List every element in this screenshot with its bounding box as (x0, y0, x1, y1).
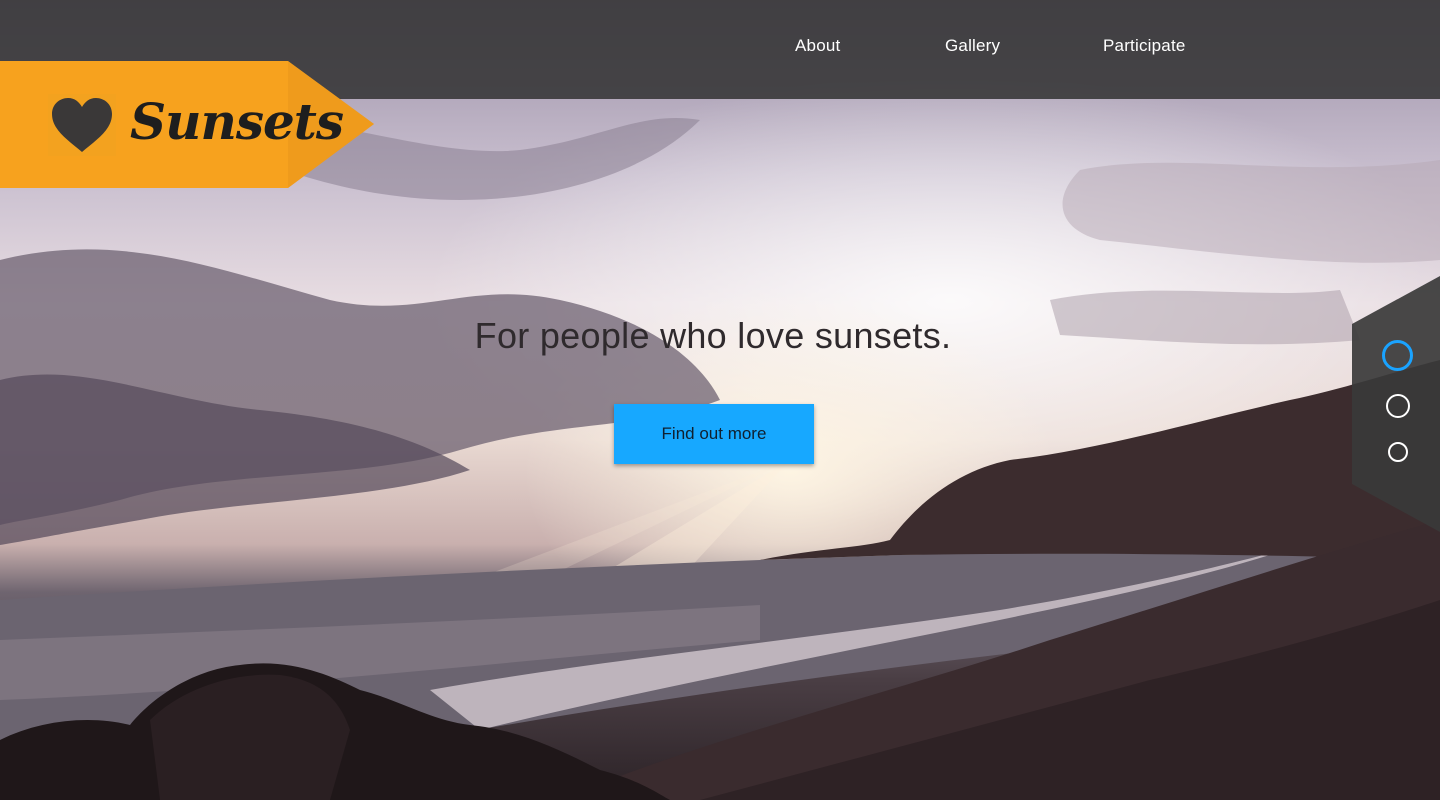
nav-link-gallery[interactable]: Gallery (945, 36, 1000, 56)
find-out-more-button[interactable]: Find out more (614, 404, 814, 464)
pagination-dot-1-active[interactable] (1382, 340, 1413, 371)
nav-link-participate[interactable]: Participate (1103, 36, 1186, 56)
logo-mark (48, 94, 116, 156)
heart-icon (52, 98, 112, 152)
pagination-dot-3[interactable] (1388, 442, 1408, 462)
pagination-dot-2[interactable] (1386, 394, 1410, 418)
nav-link-about[interactable]: About (795, 36, 840, 56)
hero-headline: For people who love sunsets. (474, 315, 952, 356)
brand-name: Sunsets (130, 92, 344, 151)
